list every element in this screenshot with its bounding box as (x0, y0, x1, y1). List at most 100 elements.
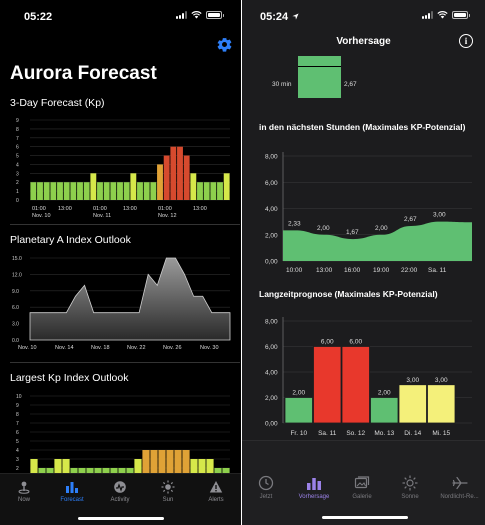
y-tick-label: 5 (16, 154, 19, 160)
nav-title: Vorhersage (336, 36, 391, 47)
tab-sun[interactable]: Sun (144, 480, 192, 503)
cellular-signal-icon (176, 11, 187, 19)
y-tick-label: 2,00 (265, 395, 278, 402)
bar-chart-icon (66, 482, 78, 493)
y-tick-label: 2 (16, 466, 19, 472)
x-tick-label: Nov. 18 (91, 345, 110, 351)
x-tick-label: Nov. 14 (55, 345, 74, 351)
kp-bar (137, 182, 143, 200)
top-chart-value-label: 2,67 (344, 81, 357, 88)
kp-bar (157, 164, 163, 200)
chart-3day-forecast: 987654321001:00Nov. 1013:00 01:00Nov. 111… (16, 118, 230, 219)
y-tick-label: 0 (16, 198, 19, 204)
kp-bar (90, 173, 97, 200)
y-tick-label: 4 (16, 448, 19, 454)
y-tick-label: 3 (16, 171, 19, 177)
chart-a-index-outlook: 15.0 12.0 9.0 6.0 3.0 0.0Nov. 10 Nov. 14 Nov. 1… (12, 256, 231, 351)
data-label: 3,00 (406, 377, 419, 384)
app-title: Aurora Forecast (10, 63, 157, 84)
tab-label: Sonne (401, 494, 419, 500)
tab-activity[interactable]: Activity (96, 480, 144, 503)
info-icon[interactable]: i (459, 34, 473, 48)
sun-icon (402, 475, 418, 491)
tab-label: Alerts (208, 497, 224, 503)
x-tick-label: Nov. 26 (163, 345, 182, 351)
kp-bar (158, 450, 166, 474)
data-label: 6,00 (349, 339, 362, 346)
y-tick-label: 3.0 (12, 322, 19, 328)
y-tick-label: 9 (16, 403, 19, 409)
x-tick-label: Fr. 10 (290, 430, 307, 437)
kp-bar (37, 182, 43, 200)
x-tick-label: 22:00 (401, 267, 418, 274)
kp-bar (210, 182, 217, 200)
kp-bar (177, 146, 183, 200)
x-tick-label: Sa. 11 (428, 267, 447, 274)
cellular-signal-icon (422, 11, 433, 19)
x-tick-label: 01:00 (32, 206, 46, 212)
kp-bar (57, 182, 63, 200)
status-icons (176, 11, 224, 19)
x-tick-label: 01:00 (158, 206, 172, 212)
y-tick-label: 0.0 (12, 338, 19, 344)
y-tick-label: 3 (16, 457, 19, 463)
y-tick-label: 7 (16, 421, 19, 427)
vorhersage-screen: 05:24 Vorhersage i 30 min 2,67 in den nä… (242, 0, 485, 525)
forecast-bar (398, 384, 427, 424)
tab-alerts[interactable]: Alerts (192, 480, 240, 503)
x-tick-label: Nov. 22 (127, 345, 146, 351)
location-arrow-icon (292, 13, 299, 20)
kp-bar (117, 182, 123, 200)
tab-galerie[interactable]: Galerie (338, 475, 386, 500)
kp-bar (206, 459, 214, 474)
kp-bar (30, 182, 37, 200)
wifi-icon (191, 11, 202, 19)
x-tick-label: 10:00 (286, 267, 303, 274)
y-tick-label: 12.0 (12, 272, 22, 278)
data-label: 1,67 (346, 229, 359, 236)
x-tick-label: 13:00 (123, 206, 137, 212)
kp-bar (43, 182, 50, 200)
status-time-text: 05:24 (260, 11, 289, 23)
gear-icon[interactable] (216, 36, 233, 53)
x-tick-label: 13:00 (316, 267, 333, 274)
tab-sonne[interactable]: Sonne (386, 475, 434, 500)
data-label: 2,00 (375, 225, 388, 232)
airplane-icon (451, 476, 468, 490)
kp-bar (183, 155, 190, 200)
y-tick-label: 9 (16, 118, 19, 124)
tab-jetzt[interactable]: Jetzt (242, 475, 290, 500)
status-time: 05:22 (24, 11, 53, 23)
divider (10, 362, 240, 363)
kp-bar (150, 450, 158, 474)
tab-label: Galerie (352, 494, 372, 500)
forecast-bar (341, 346, 370, 424)
tab-nordlicht-reise[interactable]: Nordlicht-Re... (434, 475, 485, 500)
kp-bar (142, 450, 150, 474)
tab-now[interactable]: Now (0, 480, 48, 503)
tab-forecast[interactable]: Forecast (48, 480, 96, 503)
tab-label: Vorhersage (298, 494, 330, 500)
kp-bar (70, 182, 77, 200)
x-tick-label: 19:00 (373, 267, 390, 274)
kp-bar (190, 459, 198, 474)
home-indicator (78, 517, 164, 520)
tab-vorhersage[interactable]: Vorhersage (290, 475, 338, 500)
bar-chart-icon (307, 478, 321, 490)
top-chart-bar (298, 56, 341, 98)
data-label: 2,33 (288, 220, 301, 227)
tab-label: Activity (110, 497, 130, 503)
divider (10, 224, 240, 225)
chart-largest-kp-outlook: 10987654321 (16, 394, 230, 474)
x-tick-label: Mo. 13 (374, 430, 394, 437)
section-title-aindex: Planetary A Index Outlook (10, 234, 131, 246)
kp-bar (103, 182, 110, 200)
y-tick-label: 2 (16, 180, 19, 186)
gallery-icon (354, 476, 370, 489)
data-label: 6,00 (321, 339, 334, 346)
x-tick-label: Nov. 30 (200, 345, 219, 351)
kp-bar (197, 182, 203, 200)
x-tick-label: 16:00 (344, 267, 361, 274)
section-title-3day: 3-Day Forecast (Kp) (10, 97, 105, 109)
tab-label: Jetzt (259, 494, 273, 500)
